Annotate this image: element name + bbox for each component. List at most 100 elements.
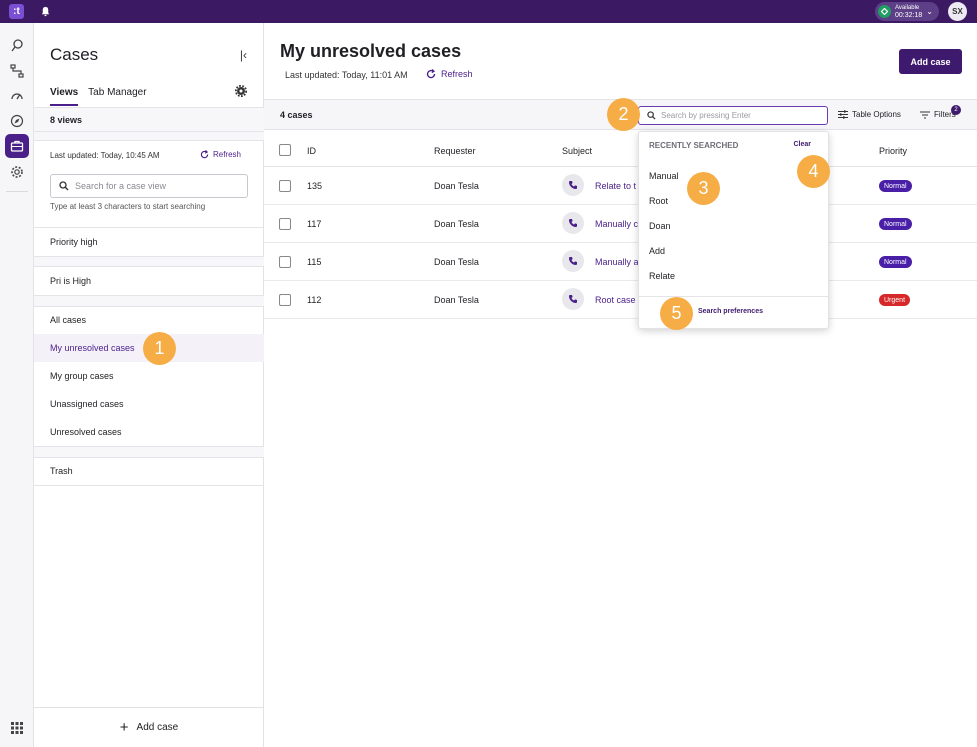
row-id: 115 xyxy=(307,257,322,267)
view-item-trash[interactable]: Trash xyxy=(34,457,264,485)
divider xyxy=(34,485,264,486)
view-item-priority-high[interactable]: Priority high xyxy=(34,228,264,256)
dashboard-icon[interactable] xyxy=(9,88,25,104)
row-subject-link[interactable]: Relate to t xyxy=(595,181,636,191)
panel-tabs: Views Tab Manager xyxy=(50,87,147,106)
refresh-icon xyxy=(200,150,209,159)
spacer-band xyxy=(34,257,264,266)
row-requester: Doan Tesla xyxy=(434,257,479,267)
case-count: 4 cases xyxy=(280,110,313,120)
briefcase-icon[interactable] xyxy=(5,134,29,158)
table-row[interactable]: 135 Doan Tesla Relate to t Normal xyxy=(264,167,977,205)
refresh-label: Refresh xyxy=(212,150,241,159)
row-id: 135 xyxy=(307,181,323,191)
case-search-input[interactable] xyxy=(661,111,821,120)
phone-icon xyxy=(562,174,584,196)
column-priority[interactable]: Priority xyxy=(879,146,907,156)
callout-badge-1: 1 xyxy=(143,332,176,365)
plus-icon: + xyxy=(119,719,129,736)
avatar[interactable]: SX xyxy=(948,2,967,21)
search-hint: Type at least 3 characters to start sear… xyxy=(50,202,206,211)
filters-count-badge: 2 xyxy=(951,105,961,115)
view-settings-gear-icon[interactable] xyxy=(234,84,248,100)
case-search-box[interactable] xyxy=(638,106,828,125)
availability-status[interactable]: Available 00:32:18 ⌄ xyxy=(875,2,939,21)
flow-icon[interactable] xyxy=(9,63,25,79)
apps-grid-icon[interactable] xyxy=(9,720,25,736)
column-subject[interactable]: Subject xyxy=(562,146,592,156)
column-id[interactable]: ID xyxy=(307,146,316,156)
priority-badge: Urgent xyxy=(879,294,911,306)
top-bar: :t Available 00:32:18 ⌄ SX xyxy=(0,0,977,23)
panel-add-case-button[interactable]: + Add case xyxy=(34,707,264,747)
view-item-unassigned-cases[interactable]: Unassigned cases xyxy=(34,390,264,418)
refresh-icon xyxy=(426,69,436,79)
search-icon xyxy=(647,111,656,120)
add-case-button[interactable]: Add case xyxy=(899,49,962,74)
recent-search-item[interactable]: Add xyxy=(649,246,665,256)
tab-tab-manager[interactable]: Tab Manager xyxy=(88,87,146,106)
recent-search-item[interactable]: Manual xyxy=(649,171,679,181)
panel-add-case-label: Add case xyxy=(136,722,179,733)
views-panel: Cases |‹ Views Tab Manager 8 views Last … xyxy=(34,23,264,747)
views-last-updated: Last updated: Today, 10:45 AM xyxy=(50,151,160,160)
view-item-my-group-cases[interactable]: My group cases xyxy=(34,362,264,390)
table-options-button[interactable]: Table Options xyxy=(838,110,901,119)
tab-views[interactable]: Views xyxy=(50,87,79,106)
refresh-label: Refresh xyxy=(441,69,473,79)
view-search-box[interactable] xyxy=(50,174,248,198)
page-title: My unresolved cases xyxy=(280,41,462,61)
filter-icon xyxy=(920,110,930,119)
row-subject-link[interactable]: Manually c xyxy=(595,219,638,229)
priority-badge: Normal xyxy=(879,180,912,192)
recent-search-item[interactable]: Relate xyxy=(649,271,675,281)
divider xyxy=(639,296,828,297)
sliders-icon xyxy=(838,110,848,119)
column-requester[interactable]: Requester xyxy=(434,146,476,156)
gear-icon[interactable] xyxy=(9,164,25,180)
row-requester: Doan Tesla xyxy=(434,295,479,305)
callout-badge-2: 2 xyxy=(607,98,640,131)
phone-icon xyxy=(562,288,584,310)
view-item-all-cases[interactable]: All cases xyxy=(34,306,264,334)
view-search-input[interactable] xyxy=(75,181,235,191)
compass-icon[interactable] xyxy=(9,113,25,129)
view-item-pri-is-high[interactable]: Pri is High xyxy=(34,267,264,295)
recent-searches-heading: RECENTLY SEARCHED xyxy=(649,141,739,150)
table-header: ID Requester Subject Priority xyxy=(264,131,977,167)
recent-search-item[interactable]: Root xyxy=(649,196,668,206)
bell-icon[interactable] xyxy=(40,6,51,17)
table-row[interactable]: 115 Doan Tesla Manually a Normal xyxy=(264,243,977,281)
callout-badge-3: 3 xyxy=(687,172,720,205)
callout-badge-5: 5 xyxy=(660,297,693,330)
row-subject-link[interactable]: Manually a xyxy=(595,257,639,267)
status-label: Available xyxy=(895,4,920,11)
priority-badge: Normal xyxy=(879,218,912,230)
row-checkbox[interactable] xyxy=(279,180,291,192)
select-all-checkbox[interactable] xyxy=(279,144,291,156)
collapse-panel-icon[interactable]: |‹ xyxy=(240,48,247,62)
recent-search-item[interactable]: Doan xyxy=(649,221,671,231)
spacer-band xyxy=(34,132,264,140)
search-icon xyxy=(59,181,69,191)
app-logo[interactable]: :t xyxy=(9,4,24,19)
views-refresh-button[interactable]: Refresh xyxy=(200,150,241,159)
row-requester: Doan Tesla xyxy=(434,219,479,229)
rail-divider xyxy=(6,191,28,192)
row-checkbox[interactable] xyxy=(279,218,291,230)
clear-recent-button[interactable]: Clear xyxy=(793,141,811,148)
page-last-updated: Last updated: Today, 11:01 AM xyxy=(285,70,408,80)
inbox-icon[interactable] xyxy=(9,38,25,54)
view-item-unresolved-cases[interactable]: Unresolved cases xyxy=(34,418,264,446)
row-subject-link[interactable]: Root case xyxy=(595,295,636,305)
main-content: My unresolved cases Last updated: Today,… xyxy=(264,23,977,747)
search-preferences-link[interactable]: Search preferences xyxy=(698,308,763,315)
table-row[interactable]: 112 Doan Tesla Root case Urgent xyxy=(264,281,977,319)
left-rail xyxy=(0,23,34,747)
chevron-down-icon: ⌄ xyxy=(926,7,933,16)
row-checkbox[interactable] xyxy=(279,256,291,268)
table-row[interactable]: 117 Doan Tesla Manually c Normal xyxy=(264,205,977,243)
page-refresh-button[interactable]: Refresh xyxy=(426,69,473,79)
row-checkbox[interactable] xyxy=(279,294,291,306)
views-count: 8 views xyxy=(50,115,83,125)
